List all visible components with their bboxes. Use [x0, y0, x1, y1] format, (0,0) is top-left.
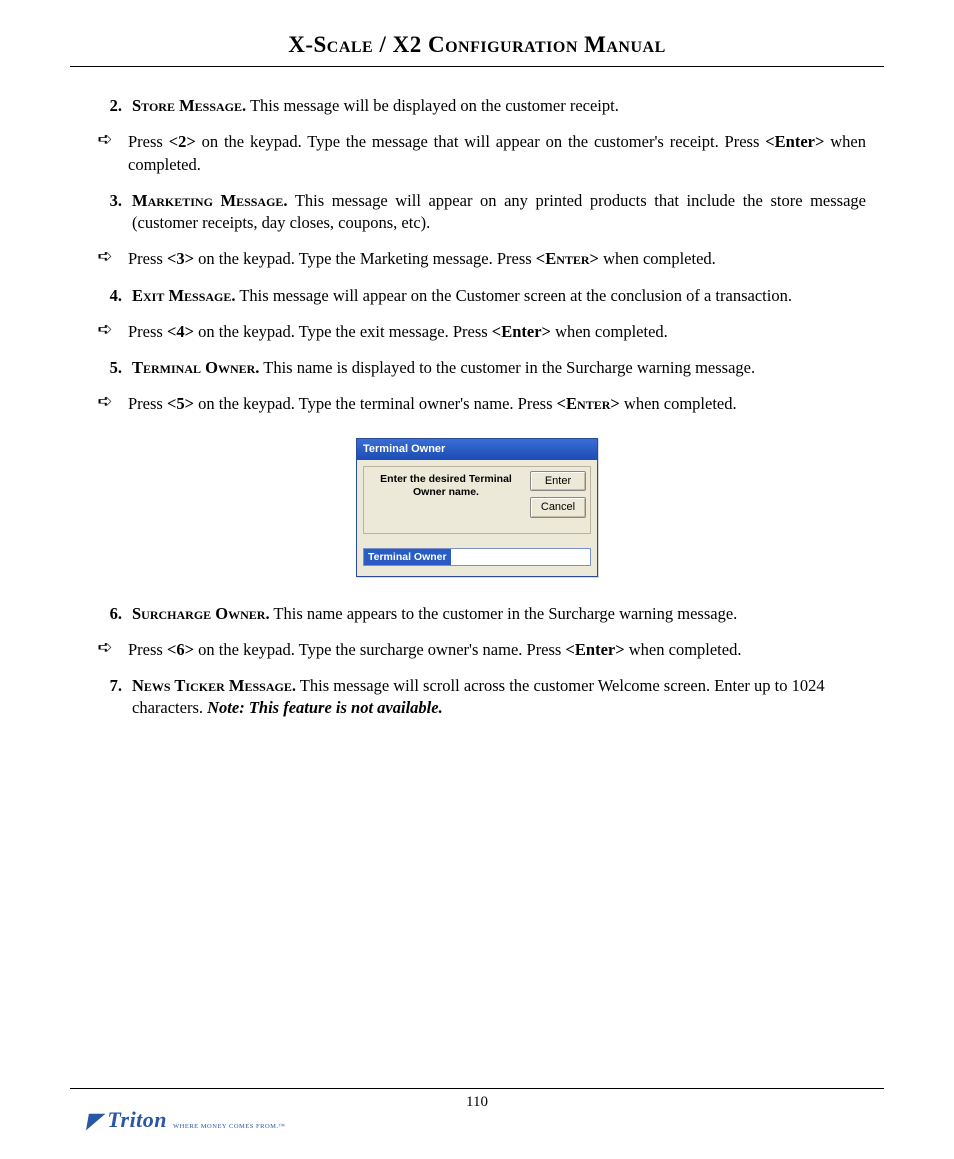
instr-key: <6> [167, 640, 194, 659]
instr-key2: <Enter> [557, 394, 620, 413]
logo-mark-icon: ◤ [86, 1108, 106, 1133]
item-number: 6. [88, 603, 132, 625]
list-item: 5. Terminal Owner. This name is displaye… [88, 357, 866, 379]
dialog-buttons: Enter Cancel [530, 471, 586, 529]
item-note: Note: This feature is not available. [207, 698, 443, 717]
instruction-row: ➪ Press <4> on the keypad. Type the exit… [88, 321, 866, 343]
item-heading: News Ticker Message. [132, 676, 296, 695]
triton-logo: ◤ Triton WHERE MONEY COMES FROM.™ [88, 1107, 285, 1133]
terminal-owner-input[interactable]: Terminal Owner [363, 548, 591, 566]
list-item: 3. Marketing Message. This message will … [88, 190, 866, 235]
item-body: News Ticker Message. This message will s… [132, 675, 866, 720]
item-number: 4. [88, 285, 132, 307]
logo-text: Triton [107, 1107, 167, 1133]
item-body: Marketing Message. This message will app… [132, 190, 866, 235]
instruction-body: Press <2> on the keypad. Type the messag… [128, 131, 866, 176]
arrow-icon: ➪ [88, 639, 128, 661]
input-selected-label: Terminal Owner [364, 549, 451, 565]
instr-key: <2> [169, 132, 196, 151]
list-item: 2. Store Message. This message will be d… [88, 95, 866, 117]
item-text: This name appears to the customer in the… [270, 604, 738, 623]
instr-post2: when completed. [625, 640, 742, 659]
item-body: Exit Message. This message will appear o… [132, 285, 866, 307]
enter-button[interactable]: Enter [530, 471, 586, 492]
instr-pre: Press [128, 249, 167, 268]
instr-key2: <Enter> [565, 640, 624, 659]
instruction-row: ➪ Press <6> on the keypad. Type the surc… [88, 639, 866, 661]
instr-post2: when completed. [599, 249, 716, 268]
item-heading: Exit Message. [132, 286, 236, 305]
item-text: This name is displayed to the customer i… [259, 358, 755, 377]
item-heading: Marketing Message. [132, 191, 288, 210]
instr-key2: <Enter> [536, 249, 599, 268]
instr-key2: <Enter> [765, 132, 824, 151]
list-item: 4. Exit Message. This message will appea… [88, 285, 866, 307]
item-number: 7. [88, 675, 132, 720]
instruction-body: Press <3> on the keypad. Type the Market… [128, 248, 866, 270]
item-body: Terminal Owner. This name is displayed t… [132, 357, 866, 379]
instr-key: <3> [167, 249, 194, 268]
instr-pre: Press [128, 394, 167, 413]
arrow-icon: ➪ [88, 131, 128, 176]
item-heading: Terminal Owner. [132, 358, 259, 377]
instr-key: <4> [167, 322, 194, 341]
item-text: This message will appear on the Customer… [236, 286, 792, 305]
logo-tagline: WHERE MONEY COMES FROM.™ [173, 1123, 285, 1130]
item-number: 5. [88, 357, 132, 379]
dialog-titlebar: Terminal Owner [357, 439, 597, 460]
arrow-icon: ➪ [88, 248, 128, 270]
cancel-button[interactable]: Cancel [530, 497, 586, 518]
arrow-icon: ➪ [88, 321, 128, 343]
instr-post: on the keypad. Type the surcharge owner'… [194, 640, 565, 659]
instr-pre: Press [128, 132, 169, 151]
instr-post2: when completed. [551, 322, 668, 341]
instr-post: on the keypad. Type the terminal owner's… [194, 394, 557, 413]
terminal-owner-dialog: Terminal Owner Enter the desired Termina… [356, 438, 598, 577]
instruction-body: Press <4> on the keypad. Type the exit m… [128, 321, 866, 343]
instr-pre: Press [128, 640, 167, 659]
footer-rule [70, 1088, 884, 1089]
dialog-message: Enter the desired Terminal Owner name. [368, 471, 524, 529]
list-item: 7. News Ticker Message. This message wil… [88, 675, 866, 720]
dialog-upper-panel: Enter the desired Terminal Owner name. E… [363, 466, 591, 534]
item-heading: Store Message. [132, 96, 246, 115]
dialog-figure: Terminal Owner Enter the desired Termina… [88, 438, 866, 577]
instruction-row: ➪ Press <3> on the keypad. Type the Mark… [88, 248, 866, 270]
instruction-row: ➪ Press <2> on the keypad. Type the mess… [88, 131, 866, 176]
list-item: 6. Surcharge Owner. This name appears to… [88, 603, 866, 625]
instr-pre: Press [128, 322, 167, 341]
item-heading: Surcharge Owner. [132, 604, 270, 623]
instruction-body: Press <5> on the keypad. Type the termin… [128, 393, 866, 415]
page-title: X-Scale / X2 Configuration Manual [70, 32, 884, 67]
document-page: X-Scale / X2 Configuration Manual 2. Sto… [0, 0, 954, 1159]
content-area: 2. Store Message. This message will be d… [70, 95, 884, 720]
instr-post: on the keypad. Type the message that wil… [196, 132, 766, 151]
instr-post: on the keypad. Type the exit message. Pr… [194, 322, 492, 341]
instr-post: on the keypad. Type the Marketing messag… [194, 249, 536, 268]
instruction-body: Press <6> on the keypad. Type the surcha… [128, 639, 866, 661]
item-body: Surcharge Owner. This name appears to th… [132, 603, 866, 625]
instr-post2: when completed. [620, 394, 737, 413]
dialog-body: Enter the desired Terminal Owner name. E… [357, 460, 597, 576]
item-number: 2. [88, 95, 132, 117]
arrow-icon: ➪ [88, 393, 128, 415]
instruction-row: ➪ Press <5> on the keypad. Type the term… [88, 393, 866, 415]
item-number: 3. [88, 190, 132, 235]
item-text: This message will be displayed on the cu… [246, 96, 619, 115]
item-body: Store Message. This message will be disp… [132, 95, 866, 117]
instr-key: <5> [167, 394, 194, 413]
instr-key2: <Enter> [492, 322, 551, 341]
